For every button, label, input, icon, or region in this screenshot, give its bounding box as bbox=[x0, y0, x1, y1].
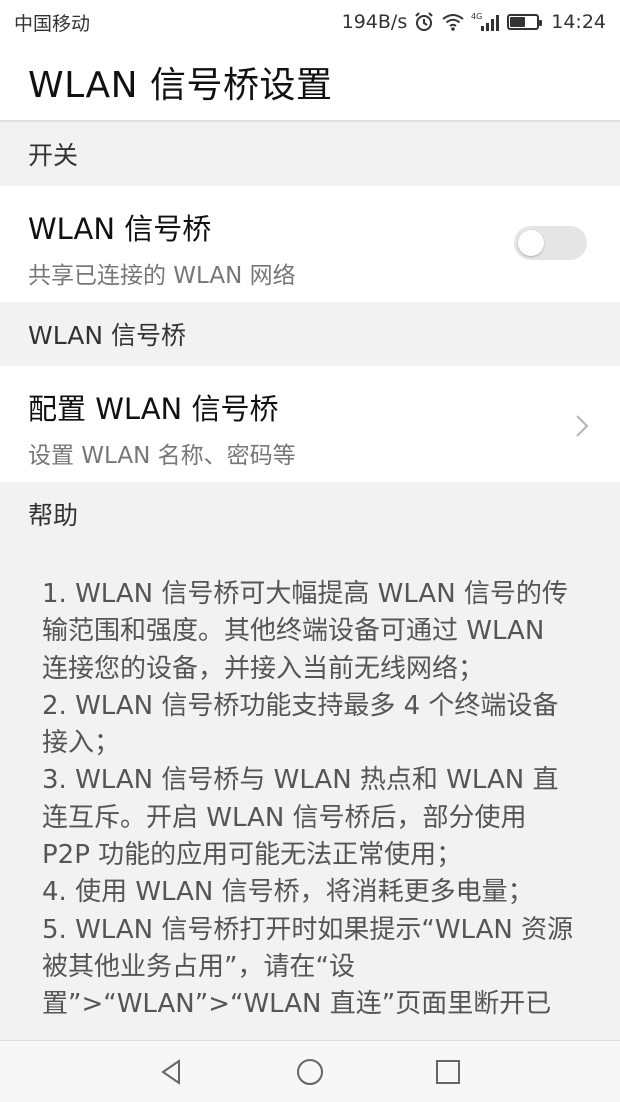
recents-icon bbox=[436, 1059, 460, 1084]
section-header-help: 帮助 bbox=[0, 482, 620, 546]
toggle-knob bbox=[518, 230, 544, 256]
app-bar: WLAN 信号桥设置 bbox=[0, 44, 620, 122]
row-title: 配置 WLAN 信号桥 bbox=[28, 392, 279, 426]
network-type-label: 4G bbox=[471, 12, 482, 21]
wifi-icon bbox=[441, 11, 465, 33]
home-button[interactable] bbox=[286, 1048, 334, 1096]
section-header-switch: 开关 bbox=[0, 122, 620, 186]
battery-icon bbox=[507, 11, 543, 33]
configure-bridge-row[interactable]: 配置 WLAN 信号桥 设置 WLAN 名称、密码等 bbox=[0, 366, 620, 482]
status-bar: 中国移动 194B/s 4G 14:24 bbox=[0, 0, 620, 44]
help-item: 3. WLAN 信号桥与 WLAN 热点和 WLAN 直连互斥。开启 WLAN … bbox=[42, 765, 559, 871]
back-icon bbox=[161, 1058, 180, 1085]
page-title: WLAN 信号桥设置 bbox=[28, 65, 333, 106]
row-subtitle: 设置 WLAN 名称、密码等 bbox=[28, 443, 296, 469]
carrier-label: 中国移动 bbox=[14, 12, 91, 35]
wlan-bridge-toggle[interactable] bbox=[514, 226, 587, 260]
status-icons: 194B/s 4G 14:24 bbox=[342, 11, 606, 33]
help-item: 4. 使用 WLAN 信号桥，将消耗更多电量； bbox=[42, 877, 534, 908]
row-subtitle: 共享已连接的 WLAN 网络 bbox=[28, 263, 296, 289]
help-item: 2. WLAN 信号桥功能支持最多 4 个终端设备接入； bbox=[42, 690, 559, 759]
help-item: 1. WLAN 信号桥可大幅提高 WLAN 信号的传输范围和强度。其他终端设备可… bbox=[42, 579, 568, 684]
help-item: 5. WLAN 信号桥打开时如果提示“WLAN 资源被其他业务占用”，请在“设置… bbox=[42, 914, 574, 1020]
settings-content[interactable]: 开关 WLAN 信号桥 共享已连接的 WLAN 网络 WLAN 信号桥 配置 W… bbox=[0, 122, 620, 1040]
back-button[interactable] bbox=[148, 1048, 196, 1096]
help-text: 1. WLAN 信号桥可大幅提高 WLAN 信号的传输范围和强度。其他终端设备可… bbox=[0, 546, 620, 1040]
alarm-icon bbox=[413, 11, 435, 33]
chevron-right-icon bbox=[576, 415, 589, 437]
wlan-bridge-toggle-row[interactable]: WLAN 信号桥 共享已连接的 WLAN 网络 bbox=[0, 186, 620, 302]
recents-button[interactable] bbox=[424, 1048, 472, 1096]
section-header-bridge: WLAN 信号桥 bbox=[0, 302, 620, 366]
home-icon bbox=[297, 1058, 323, 1085]
navigation-bar bbox=[0, 1040, 620, 1102]
network-speed: 194B/s bbox=[341, 11, 408, 33]
clock: 14:24 bbox=[551, 11, 606, 33]
signal-icon: 4G bbox=[471, 11, 501, 33]
